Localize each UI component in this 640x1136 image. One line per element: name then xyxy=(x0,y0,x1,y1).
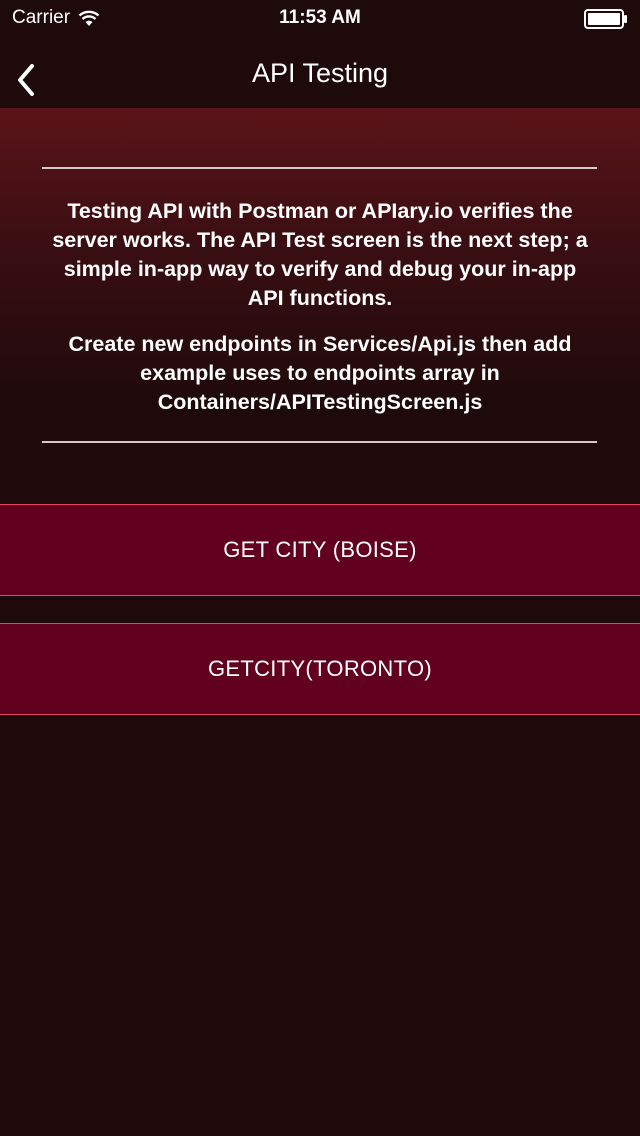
button-label: GETCITY(TORONTO) xyxy=(208,656,432,681)
intro-paragraph-2: Create new endpoints in Services/Api.js … xyxy=(68,332,572,414)
divider-top xyxy=(42,167,597,169)
button-label: GET CITY (BOISE) xyxy=(223,537,417,562)
status-time: 11:53 AM xyxy=(279,7,361,28)
status-bar: Carrier 11:53 AM xyxy=(0,0,640,40)
battery-icon xyxy=(584,9,627,29)
page-title: API Testing xyxy=(251,58,389,88)
get-city-toronto-button[interactable]: GETCITY(TORONTO) xyxy=(0,623,640,715)
divider-bottom xyxy=(42,441,597,443)
intro-paragraph-1: Testing API with Postman or APIary.io ve… xyxy=(52,199,588,310)
navigation-bar: API Testing xyxy=(0,40,640,108)
get-city-boise-button[interactable]: GET CITY (BOISE) xyxy=(0,504,640,596)
